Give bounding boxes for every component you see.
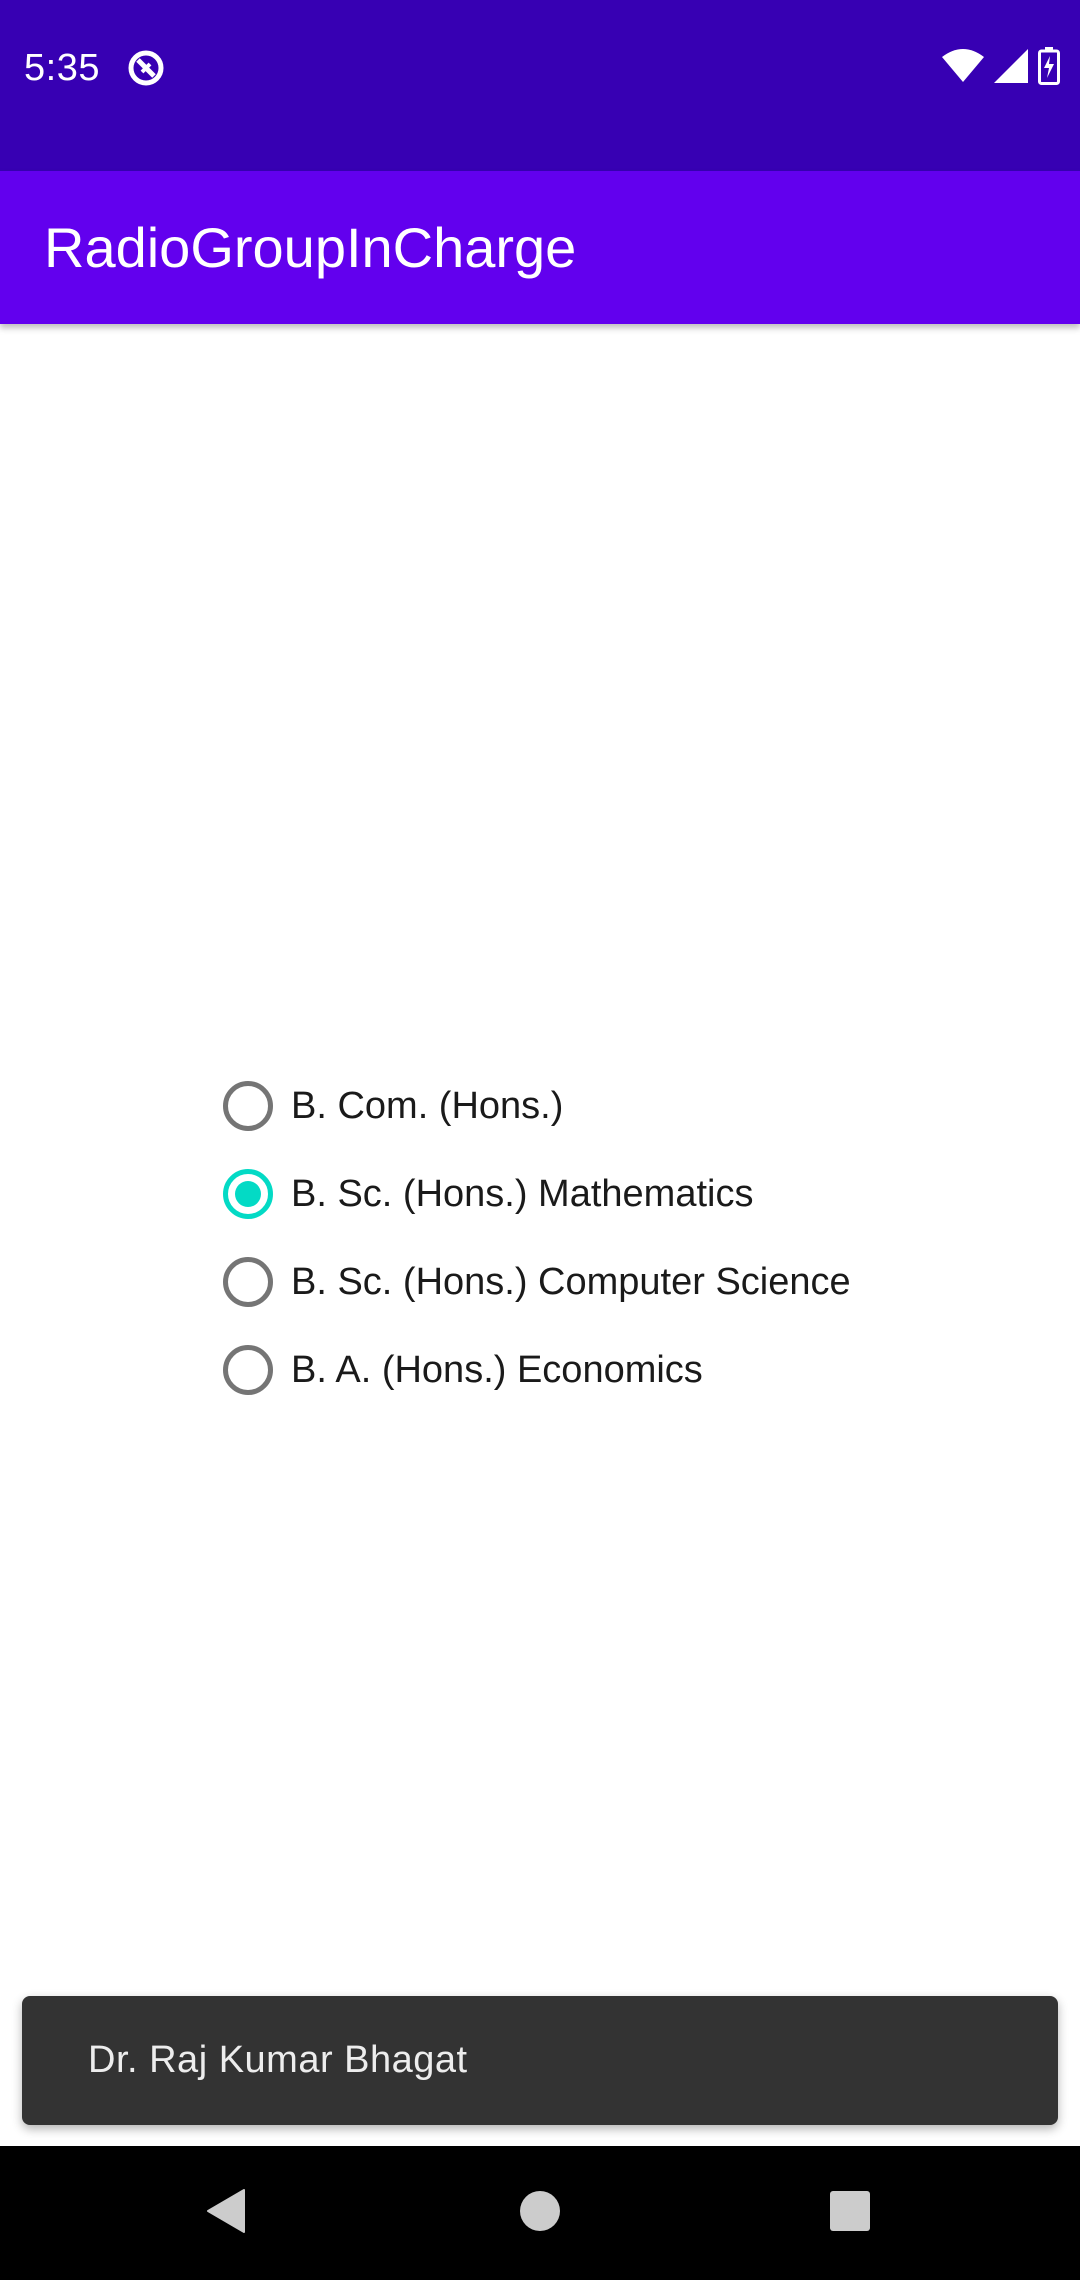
app-notification-icon [126, 48, 166, 88]
wifi-icon [942, 48, 984, 88]
radio-option-ba-economics[interactable]: B. A. (Hons.) Economics [220, 1326, 851, 1414]
page-title: RadioGroupInCharge [44, 216, 577, 279]
status-icons [942, 46, 1060, 90]
snackbar-message: Dr. Raj Kumar Bhagat [88, 2039, 468, 2081]
radio-label: B. Sc. (Hons.) Mathematics [291, 1172, 754, 1215]
course-radio-group: B. Com. (Hons.) B. Sc. (Hons.) Mathemati… [220, 1062, 851, 1414]
recents-button[interactable] [790, 2146, 910, 2280]
radio-label: B. A. (Hons.) Economics [291, 1348, 703, 1391]
status-bar: 5:35 [0, 0, 1080, 171]
radio-label: B. Com. (Hons.) [291, 1084, 564, 1127]
status-time: 5:35 [24, 47, 100, 89]
battery-charging-icon [1038, 46, 1060, 90]
radio-option-bsc-computer-science[interactable]: B. Sc. (Hons.) Computer Science [220, 1238, 851, 1326]
home-button[interactable] [480, 2146, 600, 2280]
radio-option-bcom[interactable]: B. Com. (Hons.) [220, 1062, 851, 1150]
back-icon [206, 2188, 246, 2239]
cellular-signal-icon [994, 48, 1028, 88]
navigation-bar [0, 2146, 1080, 2280]
home-icon [519, 2190, 561, 2237]
radio-button-unchecked[interactable] [223, 1257, 273, 1307]
app-bar: RadioGroupInCharge [0, 171, 1080, 324]
radio-button-unchecked[interactable] [223, 1345, 273, 1395]
radio-button-unchecked[interactable] [223, 1081, 273, 1131]
radio-option-bsc-mathematics[interactable]: B. Sc. (Hons.) Mathematics [220, 1150, 851, 1238]
radio-label: B. Sc. (Hons.) Computer Science [291, 1260, 851, 1303]
back-button[interactable] [166, 2146, 286, 2280]
recents-icon [829, 2190, 871, 2237]
snackbar: Dr. Raj Kumar Bhagat [22, 1996, 1058, 2125]
radio-button-checked[interactable] [223, 1169, 273, 1219]
